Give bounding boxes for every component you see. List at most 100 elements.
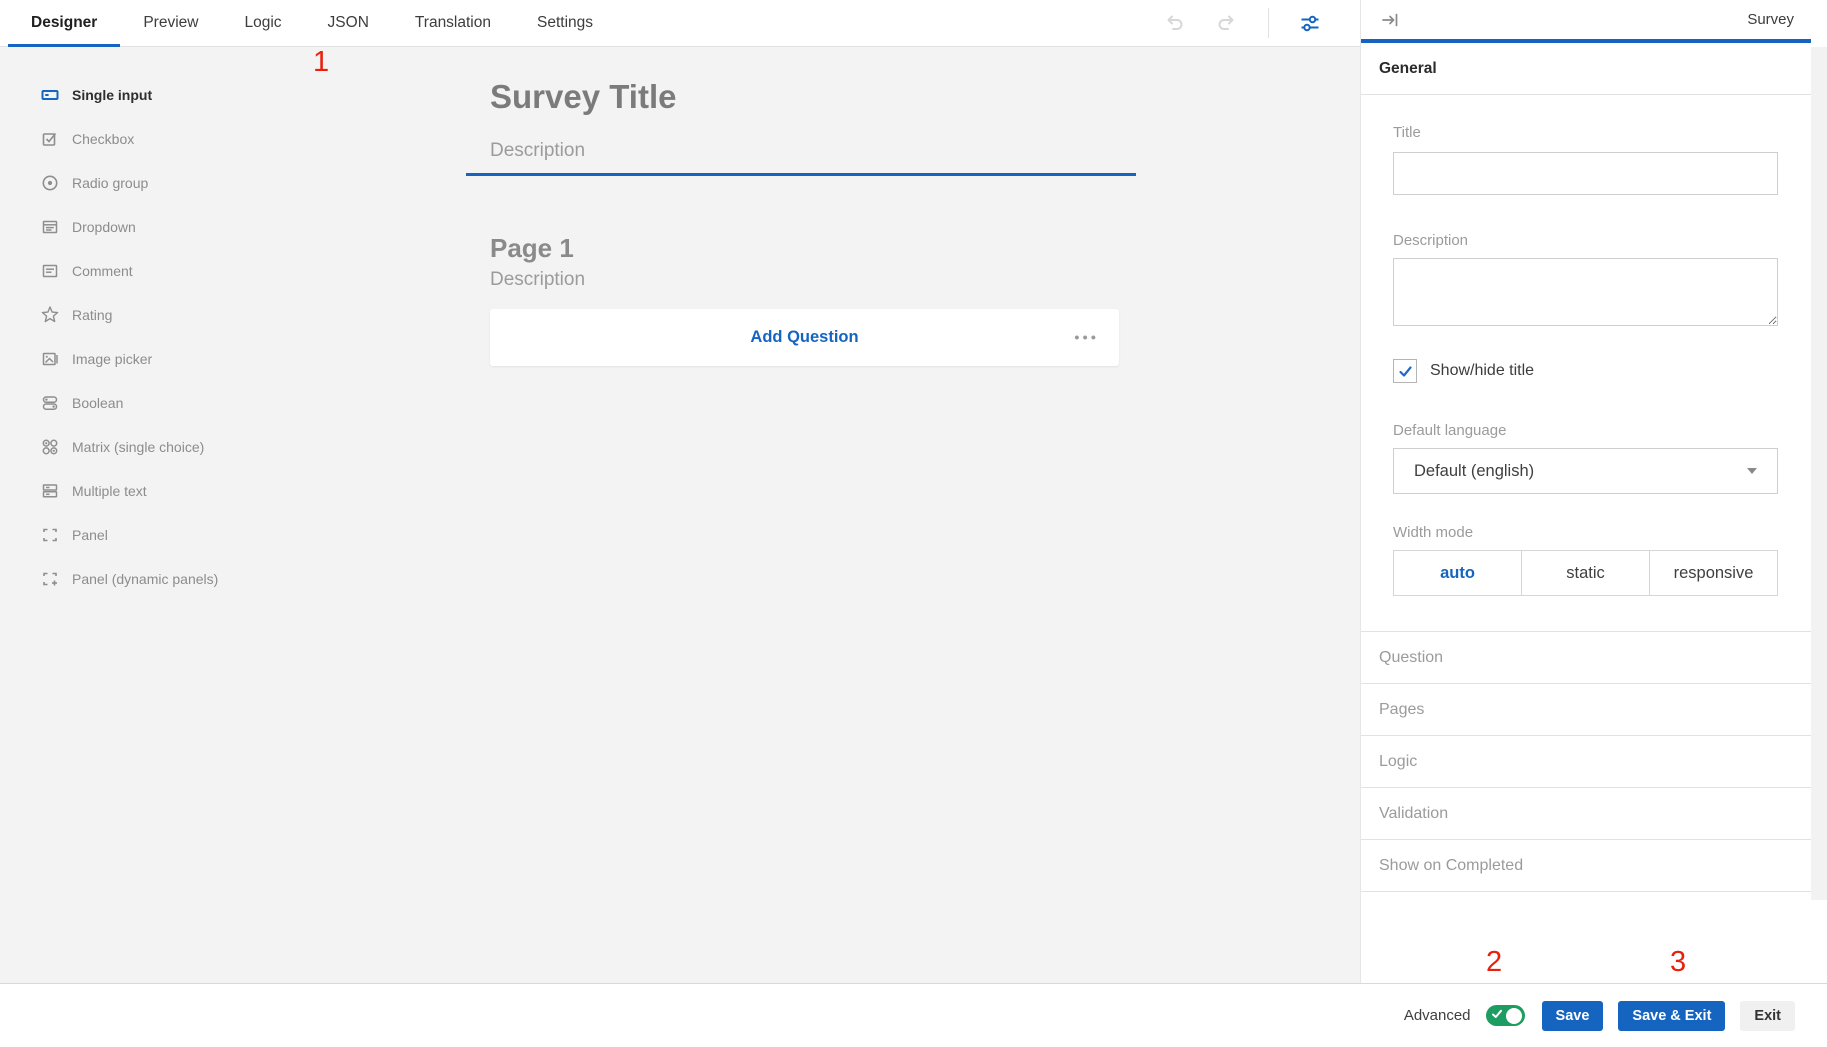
topbar-divider: [1268, 8, 1269, 38]
panel-icon: [41, 526, 59, 544]
advanced-toggle[interactable]: [1486, 1005, 1525, 1026]
design-canvas: Single input Checkbox Radio group: [0, 47, 1360, 983]
default-language-label: Default language: [1393, 422, 1778, 439]
toggle-knob: [1506, 1008, 1522, 1024]
add-question-card[interactable]: Add Question •••: [490, 309, 1119, 366]
toolbox-item-label: Rating: [72, 307, 112, 323]
default-language-value: Default (english): [1414, 462, 1534, 481]
page-title-editable[interactable]: Page 1: [490, 233, 574, 264]
toolbox-item-panel-dynamic[interactable]: Panel (dynamic panels): [0, 557, 400, 601]
annotation-1: 1: [313, 48, 329, 77]
advanced-toggle-label: Advanced: [1404, 1007, 1471, 1024]
toolbox-item-label: Comment: [72, 263, 133, 279]
tab-json[interactable]: JSON: [305, 0, 392, 46]
toolbox-item-label: Panel: [72, 527, 108, 543]
redo-arrow-icon[interactable]: [1215, 11, 1239, 35]
toolbox-item-dropdown[interactable]: Dropdown: [0, 205, 400, 249]
toolbox-item-image-picker[interactable]: Image picker: [0, 337, 400, 381]
property-panel-body: General Title Description Show/hide titl…: [1361, 43, 1811, 892]
panel-title: Survey: [1747, 11, 1794, 28]
toolbox-item-matrix[interactable]: Matrix (single choice): [0, 425, 400, 469]
description-field-textarea[interactable]: [1393, 258, 1778, 326]
property-panel-header: Survey: [1361, 0, 1811, 43]
description-field-label: Description: [1393, 232, 1778, 249]
width-mode-static-button[interactable]: static: [1521, 551, 1649, 595]
accordion-general[interactable]: General: [1361, 43, 1811, 95]
survey-title-editable[interactable]: Survey Title: [490, 78, 676, 116]
tab-translation[interactable]: Translation: [392, 0, 514, 46]
matrix-icon: [41, 438, 59, 456]
property-panel: Survey General Title Description Show/hi…: [1360, 0, 1827, 983]
image-icon: [41, 350, 59, 368]
add-question-button[interactable]: Add Question: [750, 328, 858, 347]
toolbox-item-label: Multiple text: [72, 483, 147, 499]
show-hide-title-label: Show/hide title: [1430, 362, 1534, 380]
accordion-show-on-completed[interactable]: Show on Completed: [1361, 840, 1811, 892]
main-layout: Designer Preview Logic JSON Translation …: [0, 0, 1827, 983]
annotation-3: 3: [1670, 948, 1686, 977]
text-input-icon: [41, 86, 59, 104]
title-field-input[interactable]: [1393, 152, 1778, 195]
tab-logic[interactable]: Logic: [221, 0, 304, 46]
toolbox-item-single-input[interactable]: Single input: [0, 73, 400, 117]
toolbox-item-comment[interactable]: Comment: [0, 249, 400, 293]
tab-preview[interactable]: Preview: [120, 0, 221, 46]
collapse-panel-icon[interactable]: [1378, 8, 1402, 32]
toolbox-item-radio-group[interactable]: Radio group: [0, 161, 400, 205]
star-icon: [41, 306, 59, 324]
tab-settings[interactable]: Settings: [514, 0, 616, 46]
dropdown-icon: [41, 218, 59, 236]
exit-button[interactable]: Exit: [1740, 1001, 1795, 1031]
panel-scrollbar[interactable]: [1811, 47, 1827, 900]
toggle-icon: [41, 394, 59, 412]
toggle-check-icon: [1491, 1008, 1503, 1020]
comment-icon: [41, 262, 59, 280]
accordion-sections: Question Pages Logic Validation Show on …: [1361, 631, 1811, 892]
survey-header-rule: [466, 173, 1136, 176]
toolbox-item-panel[interactable]: Panel: [0, 513, 400, 557]
radio-icon: [41, 174, 59, 192]
default-language-select[interactable]: Default (english): [1393, 448, 1778, 494]
panel-dynamic-icon: [41, 570, 59, 588]
toolbox-item-label: Dropdown: [72, 219, 136, 235]
accordion-question[interactable]: Question: [1361, 632, 1811, 684]
survey-description-editable[interactable]: Description: [490, 140, 585, 162]
survey-creator-app: Designer Preview Logic JSON Translation …: [0, 0, 1827, 1047]
save-and-exit-button[interactable]: Save & Exit: [1618, 1001, 1725, 1031]
checkbox-icon: [41, 130, 59, 148]
toolbox: Single input Checkbox Radio group: [0, 73, 400, 601]
toolbox-item-label: Checkbox: [72, 131, 134, 147]
topbar-actions: [1162, 0, 1322, 46]
undo-arrow-icon[interactable]: [1162, 11, 1186, 35]
footer-bar: Advanced Save Save & Exit Exit: [0, 983, 1827, 1047]
toolbox-item-label: Boolean: [72, 395, 123, 411]
accordion-logic[interactable]: Logic: [1361, 736, 1811, 788]
toolbox-item-label: Matrix (single choice): [72, 439, 204, 455]
accordion-validation[interactable]: Validation: [1361, 788, 1811, 840]
page-menu-dots-icon[interactable]: •••: [1074, 329, 1099, 346]
page-description-editable[interactable]: Description: [490, 269, 585, 291]
left-column: Designer Preview Logic JSON Translation …: [0, 0, 1360, 983]
creator-tab-bar: Designer Preview Logic JSON Translation …: [0, 0, 1360, 47]
width-mode-segmented: auto static responsive: [1393, 550, 1778, 596]
toolbox-item-label: Image picker: [72, 351, 152, 367]
toolbox-item-multiple-text[interactable]: Multiple text: [0, 469, 400, 513]
accordion-pages[interactable]: Pages: [1361, 684, 1811, 736]
chevron-down-icon: [1747, 468, 1757, 474]
multiple-text-icon: [41, 482, 59, 500]
toolbox-item-rating[interactable]: Rating: [0, 293, 400, 337]
sliders-icon[interactable]: [1298, 11, 1322, 35]
toolbox-item-label: Panel (dynamic panels): [72, 571, 218, 587]
annotation-2: 2: [1486, 948, 1502, 977]
save-button[interactable]: Save: [1542, 1001, 1604, 1031]
width-mode-auto-button[interactable]: auto: [1394, 551, 1521, 595]
tab-designer[interactable]: Designer: [8, 0, 120, 46]
show-hide-title-row[interactable]: Show/hide title: [1393, 359, 1778, 383]
checkbox-checked-icon[interactable]: [1393, 359, 1417, 383]
creator-tabs: Designer Preview Logic JSON Translation …: [0, 0, 616, 46]
width-mode-responsive-button[interactable]: responsive: [1649, 551, 1777, 595]
toolbox-item-label: Radio group: [72, 175, 148, 191]
toolbox-item-boolean[interactable]: Boolean: [0, 381, 400, 425]
toolbox-item-checkbox[interactable]: Checkbox: [0, 117, 400, 161]
width-mode-label: Width mode: [1393, 524, 1778, 541]
